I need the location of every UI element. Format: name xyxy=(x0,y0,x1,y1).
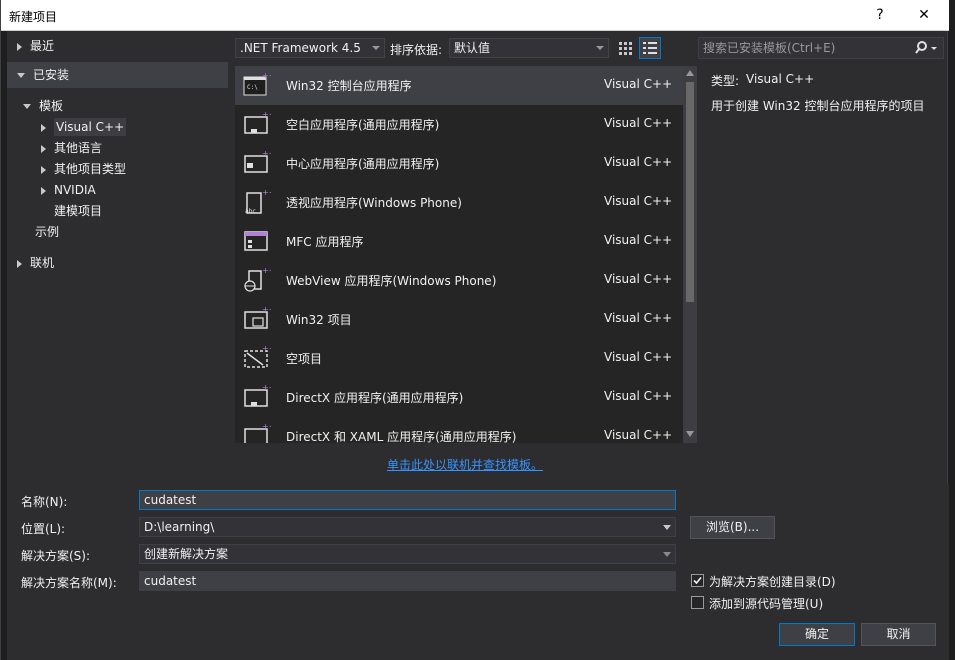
tree-item-recent[interactable]: 最近 xyxy=(17,36,54,56)
directx-app-icon: ++ xyxy=(244,383,271,407)
close-button[interactable]: ✕ xyxy=(909,4,939,26)
source-control-label[interactable]: 添加到源代码管理(U) xyxy=(709,595,823,612)
svg-text:++: ++ xyxy=(262,110,271,119)
template-row[interactable]: MFC 应用程序 Visual C++ xyxy=(235,222,683,261)
expand-icon[interactable] xyxy=(41,144,46,153)
chevron-down-icon xyxy=(596,46,604,50)
svg-text:++: ++ xyxy=(262,71,271,80)
directx-xaml-app-icon: ++ xyxy=(244,422,271,443)
console-app-icon: C:\ ++ xyxy=(243,71,271,96)
solution-label: 解决方案(S): xyxy=(21,549,91,563)
tree-item-other-languages[interactable]: 其他语言 xyxy=(41,138,102,158)
source-control-checkbox[interactable] xyxy=(691,596,704,609)
template-row[interactable]: abc ++ 透视应用程序(Windows Phone) Visual C++ xyxy=(235,183,683,222)
details-description: 用于创建 Win32 控制台应用程序的项目 xyxy=(711,99,925,113)
sort-dropdown[interactable]: 默认值 xyxy=(449,38,609,58)
sort-label: 排序依据: xyxy=(390,43,443,57)
create-directory-label[interactable]: 为解决方案创建目录(D) xyxy=(709,573,836,590)
template-list-scrollbar[interactable] xyxy=(683,66,697,443)
tree-item-installed[interactable]: 已安装 xyxy=(7,62,228,88)
create-directory-checkbox[interactable] xyxy=(691,574,704,587)
svg-text:++: ++ xyxy=(262,305,271,314)
expand-icon[interactable] xyxy=(17,259,22,268)
tree-item-modeling-projects[interactable]: 建模项目 xyxy=(54,201,102,221)
collapse-icon[interactable] xyxy=(23,104,31,109)
dialog-title: 新建项目 xyxy=(9,10,58,24)
grid-view-icon[interactable] xyxy=(615,38,635,58)
expand-icon[interactable] xyxy=(17,42,22,51)
solution-dropdown[interactable]: 创建新解决方案 xyxy=(139,544,676,564)
new-project-dialog: 新建项目 ? ✕ 最近 已安装 模板 Visual C++ 其他语言 其他项目类… xyxy=(0,0,949,660)
checkmark-icon xyxy=(693,576,702,585)
scroll-up-icon[interactable] xyxy=(686,70,694,76)
chevron-down-icon xyxy=(372,46,380,50)
list-view-icon[interactable] xyxy=(639,37,661,59)
blank-app-icon: ++ xyxy=(244,110,271,134)
tree-item-nvidia[interactable]: NVIDIA xyxy=(41,180,96,200)
location-dropdown[interactable]: D:\learning\ xyxy=(139,517,676,537)
details-type-label: 类型: xyxy=(711,74,740,88)
collapse-icon[interactable] xyxy=(17,73,25,78)
browse-button[interactable]: 浏览(B)... xyxy=(690,516,775,539)
help-button[interactable]: ? xyxy=(865,4,895,26)
empty-project-icon: ++ xyxy=(244,344,271,368)
tree-item-other-project-types[interactable]: 其他项目类型 xyxy=(41,159,126,179)
svg-text:++: ++ xyxy=(262,266,271,275)
tree-item-online[interactable]: 联机 xyxy=(17,253,54,273)
expand-icon[interactable] xyxy=(41,165,46,174)
cancel-button[interactable]: 取消 xyxy=(861,623,936,646)
tree-item-visual-cpp[interactable]: Visual C++ xyxy=(41,117,127,137)
mfc-app-icon xyxy=(244,231,268,251)
scroll-down-icon[interactable] xyxy=(686,431,694,437)
template-row[interactable]: C:\ ++ Win32 控制台应用程序 Visual C++ xyxy=(235,66,683,105)
tree-item-templates[interactable]: 模板 xyxy=(23,96,63,116)
svg-text:abc: abc xyxy=(245,208,256,215)
pivot-app-icon: abc ++ xyxy=(245,188,271,215)
hub-app-icon: ++ xyxy=(244,149,271,173)
template-row[interactable]: ++ DirectX 应用程序(通用应用程序) Visual C++ xyxy=(235,378,683,417)
template-row[interactable]: ++ WebView 应用程序(Windows Phone) Visual C+… xyxy=(235,261,683,300)
search-input[interactable]: 搜索已安装模板(Ctrl+E) xyxy=(698,37,944,59)
svg-text:++: ++ xyxy=(262,188,271,197)
online-templates-link[interactable]: 单击此处以联机并查找模板。 xyxy=(387,456,543,473)
expand-icon[interactable] xyxy=(41,186,46,195)
details-type-value: Visual C++ xyxy=(746,72,815,86)
template-row[interactable]: ++ 中心应用程序(通用应用程序) Visual C++ xyxy=(235,144,683,183)
svg-text:++: ++ xyxy=(262,344,271,353)
ok-button[interactable]: 确定 xyxy=(779,623,855,646)
name-input[interactable]: cudatest xyxy=(139,490,676,510)
svg-text:++: ++ xyxy=(262,422,271,431)
solution-name-input[interactable]: cudatest xyxy=(139,571,676,591)
name-label: 名称(N): xyxy=(21,495,68,509)
svg-text:++: ++ xyxy=(262,149,271,158)
solution-name-label: 解决方案名称(M): xyxy=(21,576,117,590)
template-row[interactable]: ++ 空白应用程序(通用应用程序) Visual C++ xyxy=(235,105,683,144)
scrollbar-thumb[interactable] xyxy=(686,82,694,302)
chevron-down-icon xyxy=(663,552,671,557)
chevron-down-icon xyxy=(663,525,671,530)
template-row[interactable]: ++ 空项目 Visual C++ xyxy=(235,339,683,378)
title-bar: 新建项目 ? ✕ xyxy=(1,0,949,31)
location-label: 位置(L): xyxy=(21,522,66,536)
template-row[interactable]: ++ Win32 项目 Visual C++ xyxy=(235,300,683,339)
svg-text:C:\: C:\ xyxy=(247,84,258,91)
win32-project-icon: ++ xyxy=(244,305,271,329)
svg-text:++: ++ xyxy=(262,383,271,392)
webview-app-icon: ++ xyxy=(244,266,271,292)
template-list: C:\ ++ Win32 控制台应用程序 Visual C++ ++ 空白应用程… xyxy=(235,66,683,443)
framework-dropdown[interactable]: .NET Framework 4.5 xyxy=(235,38,385,58)
search-icon[interactable] xyxy=(914,40,938,56)
expand-icon[interactable] xyxy=(41,123,46,132)
template-row[interactable]: ++ DirectX 和 XAML 应用程序(通用应用程序) Visual C+… xyxy=(235,417,683,443)
background-editor-edge xyxy=(948,0,955,660)
tree-item-samples[interactable]: 示例 xyxy=(35,222,59,242)
